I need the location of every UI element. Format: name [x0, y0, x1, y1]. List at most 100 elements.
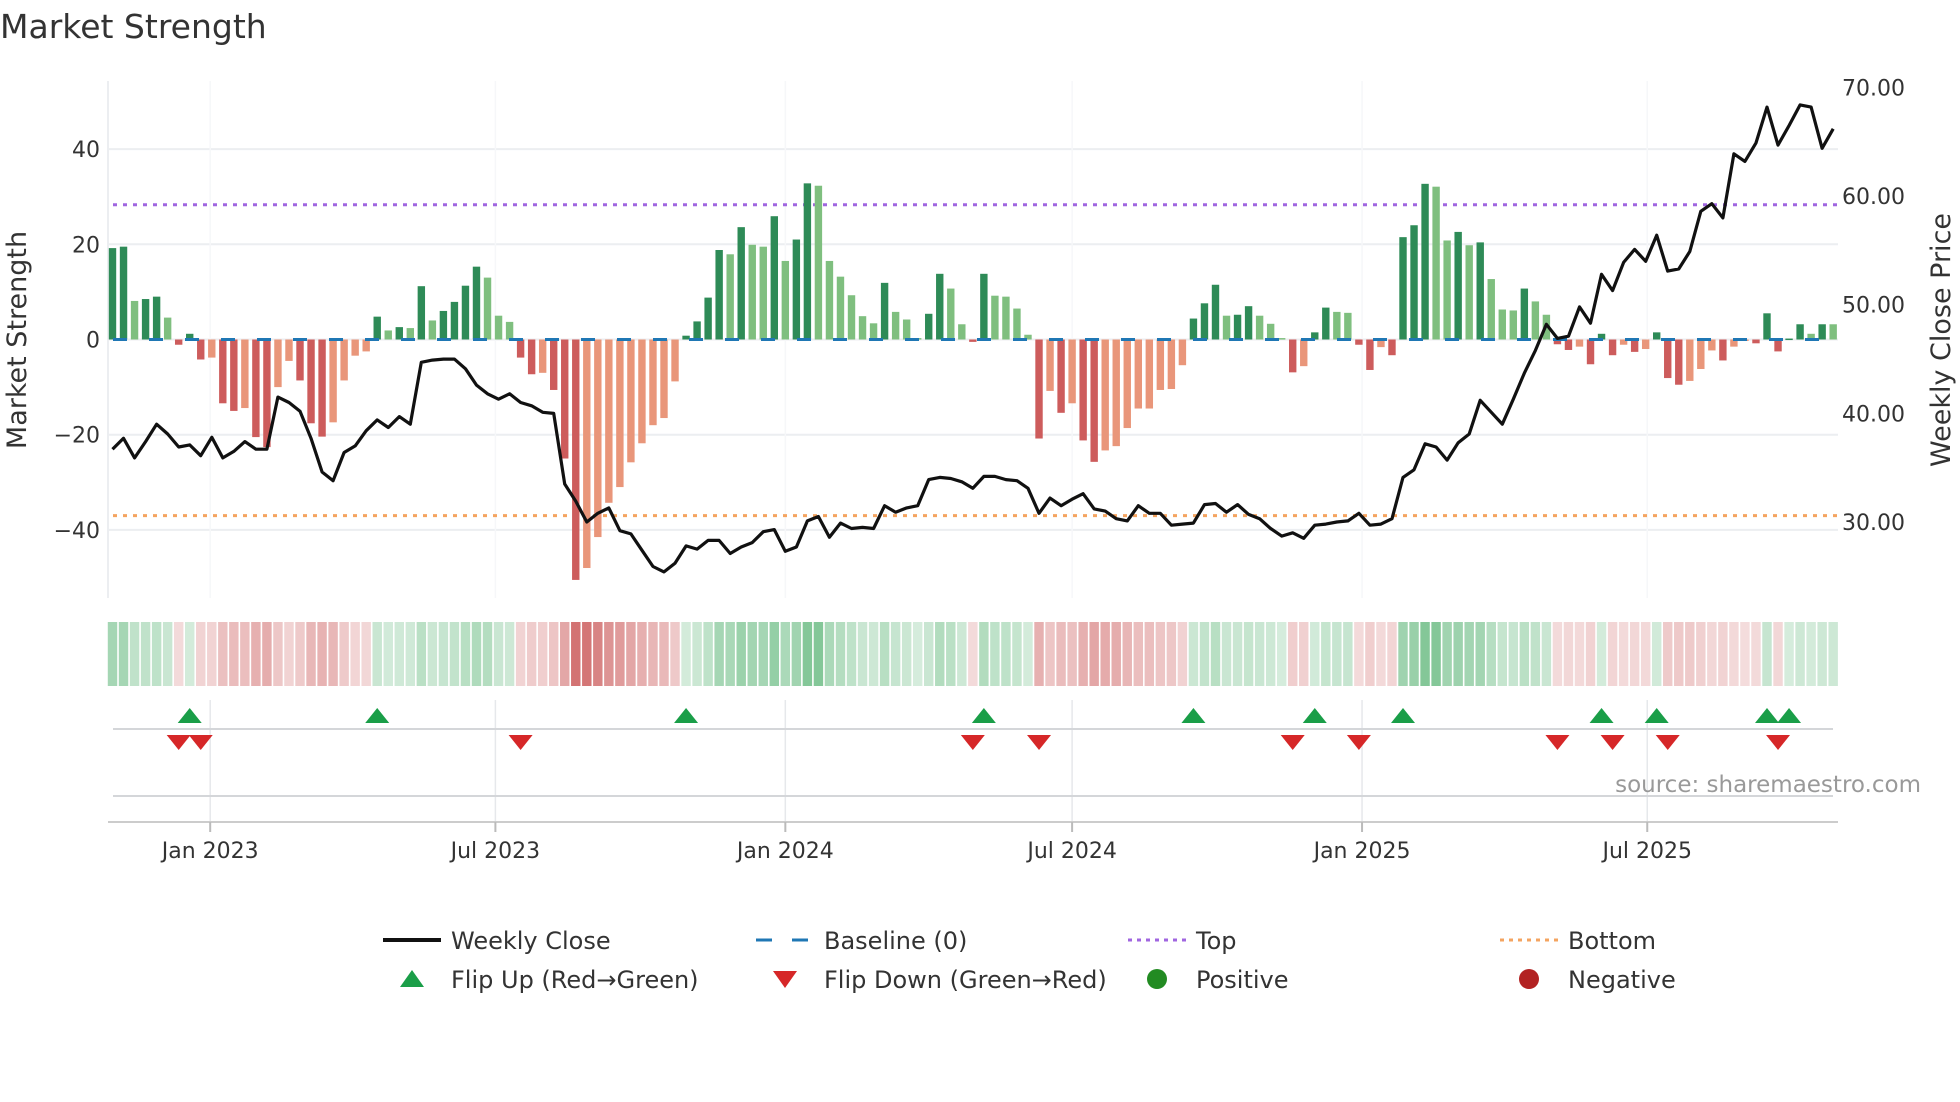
strip-cell: [1045, 622, 1055, 686]
positive-bar: [715, 250, 723, 340]
strip-cell: [416, 622, 427, 686]
negative-bar: [1090, 339, 1098, 462]
positive-bar: [704, 297, 712, 340]
negative-bar: [1697, 339, 1705, 370]
positive-bar: [947, 288, 955, 340]
strip-cell: [1685, 622, 1695, 686]
x-axis: Jan 2023 Jul 2023 Jan 2024 Jul 2024 Jan 2025…: [108, 821, 1838, 864]
flip-down-legend-icon: [773, 971, 797, 988]
negative-bar: [351, 339, 359, 356]
flip-up-marker: [1181, 708, 1206, 723]
strip-cell: [1696, 622, 1706, 686]
positive-bar: [1266, 323, 1275, 340]
flip-up-marker: [177, 708, 202, 723]
strip-cell: [1674, 622, 1684, 686]
negative-bar: [1608, 339, 1617, 356]
negative-bar: [1289, 339, 1297, 373]
strip-cell: [1784, 622, 1794, 686]
legend-label: Weekly Close: [451, 927, 611, 955]
left-tick-label: −20: [54, 424, 100, 449]
strip-cell: [1431, 622, 1441, 686]
strip-cell: [251, 622, 261, 686]
strip-cell: [471, 622, 482, 686]
negative-bar: [583, 339, 591, 569]
legend-label: Positive: [1196, 966, 1289, 994]
positive-bar: [406, 328, 415, 340]
strip-cell: [339, 622, 349, 686]
positive-bar: [1531, 301, 1540, 340]
strip-cell: [924, 622, 934, 686]
flip-down-marker: [1346, 735, 1371, 750]
positive-bar: [814, 185, 823, 340]
flip-up-marker: [1302, 708, 1327, 723]
negative-bar: [1564, 339, 1573, 350]
positive-bar: [770, 216, 778, 340]
strip-cell: [1552, 622, 1563, 686]
right-axis: 70.00 60.00 50.00 40.00 30.00: [1842, 77, 1905, 536]
positive-bar: [1421, 183, 1429, 340]
strip-cell: [1530, 622, 1541, 686]
right-tick-label: 70.00: [1842, 77, 1905, 102]
flip-down-marker: [1655, 735, 1680, 750]
strip-cell: [714, 622, 724, 686]
strip-cell: [1188, 622, 1199, 686]
strip-cell: [725, 622, 735, 686]
negative-bar: [1035, 339, 1043, 439]
positive-bar: [1233, 314, 1242, 340]
strip-cell: [1541, 622, 1552, 686]
strip-cell: [1398, 622, 1408, 686]
strip-cell: [637, 622, 647, 686]
source-credit: source: sharemaestro.com: [1615, 772, 1921, 798]
legend: Weekly Close Baseline (0) Top Bottom Flip Up…: [383, 927, 1676, 994]
strip-cell: [1795, 622, 1805, 686]
flip-markers: [113, 708, 1833, 797]
negative-bar: [1167, 339, 1176, 390]
strip-cell: [1133, 622, 1144, 686]
x-tick-label: Jul 2024: [1025, 839, 1117, 864]
negative-bar: [274, 339, 282, 388]
positive-bar: [384, 330, 392, 340]
positive-bar: [759, 246, 767, 340]
positive-bar: [902, 319, 911, 340]
positive-bar: [450, 301, 459, 340]
strip-cell: [879, 622, 890, 686]
flip-down-marker: [1280, 735, 1305, 750]
strip-cell: [604, 622, 614, 686]
legend-label: Negative: [1568, 966, 1676, 994]
strip-cell: [1332, 622, 1342, 686]
strip-cell: [791, 622, 802, 686]
legend-label: Baseline (0): [824, 927, 967, 955]
positive-bar: [1410, 225, 1418, 340]
strip-cell: [1387, 622, 1397, 686]
legend-label: Top: [1195, 927, 1237, 955]
negative-bar: [1156, 339, 1165, 390]
positive-bar: [1443, 240, 1451, 340]
strip-cell: [229, 622, 239, 686]
negative-bar: [1575, 339, 1584, 347]
strip-cell: [1607, 622, 1618, 686]
strip-cell: [835, 622, 846, 686]
strip-cell: [813, 622, 824, 686]
strip-cell: [240, 622, 250, 686]
negative-bar: [1774, 339, 1782, 352]
strip-cell: [692, 622, 702, 686]
positive-bar: [1189, 318, 1198, 340]
x-tick-label: Jan 2024: [735, 839, 834, 864]
positive-legend-icon: [1147, 969, 1167, 989]
positive-bar: [1432, 186, 1440, 340]
negative-bar: [197, 339, 205, 360]
strip-cell: [957, 622, 967, 686]
strip-cell: [1618, 622, 1629, 686]
flip-up-marker: [1777, 708, 1802, 723]
left-axis: 40 20 0 −20 −40: [54, 138, 100, 544]
strip-cell: [1321, 622, 1331, 686]
positive-bar: [163, 317, 172, 340]
strip-cell: [1420, 622, 1430, 686]
strip-cell: [769, 622, 780, 686]
strip-cell: [151, 622, 162, 686]
strength-heat-strip: [107, 622, 1838, 686]
negative-bar: [1101, 339, 1109, 451]
positive-bar: [494, 315, 503, 340]
right-tick-label: 30.00: [1842, 511, 1905, 536]
negative-bar: [307, 339, 315, 424]
